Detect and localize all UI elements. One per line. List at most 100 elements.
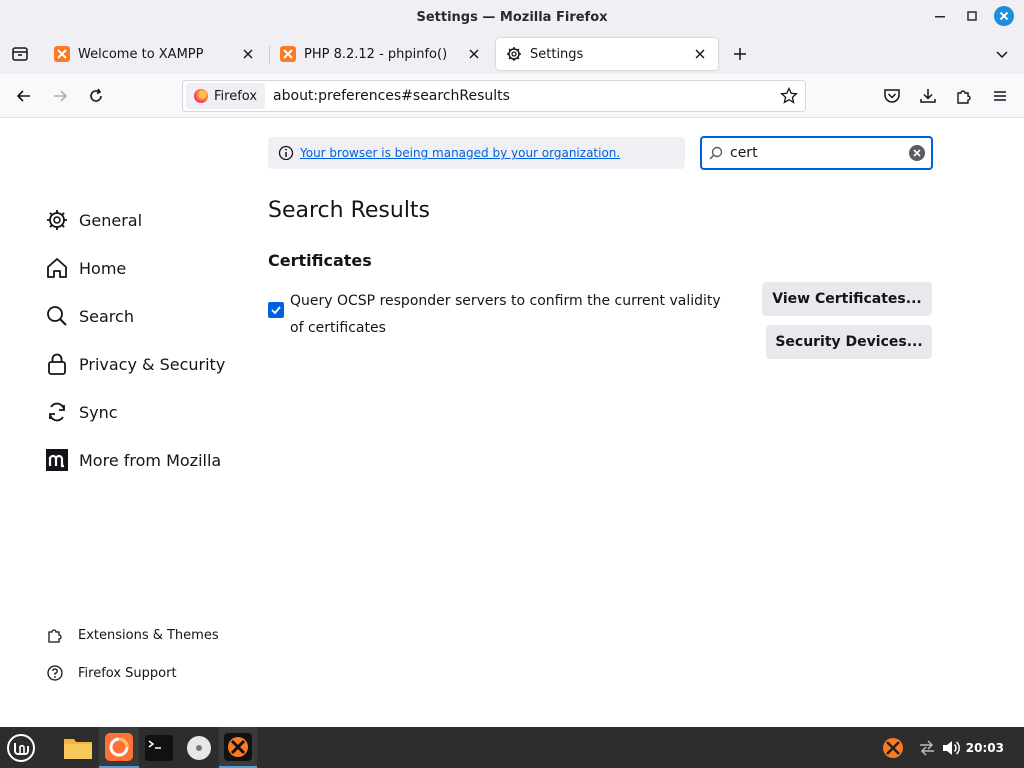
xampp-icon: [883, 738, 903, 758]
tab-close-button[interactable]: [466, 46, 482, 62]
taskbar: 20:03: [0, 727, 1024, 768]
new-tab-button[interactable]: [728, 42, 752, 66]
taskbar-clock[interactable]: 20:03: [966, 727, 1004, 768]
home-icon: [44, 255, 70, 281]
category-label: Sync: [79, 402, 118, 422]
extensions-button[interactable]: [952, 84, 976, 108]
arrow-left-icon: [16, 90, 30, 102]
tab-close-button[interactable]: [240, 46, 256, 62]
minimize-icon: [935, 16, 945, 18]
tab-welcome-xampp[interactable]: Welcome to XAMPP: [44, 38, 266, 70]
download-icon: [920, 89, 936, 103]
disc-icon: [187, 735, 211, 760]
checkmark-icon: [271, 306, 281, 315]
close-window-button[interactable]: [992, 4, 1016, 28]
network-icon: [920, 740, 934, 756]
maximize-icon: [967, 11, 977, 21]
sidebar-footer: Extensions & Themes Firefox Support: [44, 616, 244, 692]
title-bar: Settings — Mozilla Firefox: [0, 0, 1024, 34]
list-all-tabs-button[interactable]: [990, 42, 1014, 66]
category-list: General Home Search Privacy & Security S…: [44, 196, 244, 484]
settings-content: Your browser is being managed by your or…: [0, 118, 1024, 727]
gear-icon: [44, 207, 70, 233]
tray-network[interactable]: [916, 737, 938, 759]
category-search[interactable]: Search: [44, 292, 244, 340]
maximize-button[interactable]: [960, 4, 984, 28]
firefox-icon: [105, 732, 133, 761]
taskbar-xampp[interactable]: [219, 727, 257, 768]
category-general[interactable]: General: [44, 196, 244, 244]
pocket-button[interactable]: [880, 84, 904, 108]
ocsp-label[interactable]: Query OCSP responder servers to confirm …: [290, 288, 738, 342]
ocsp-checkbox[interactable]: [268, 302, 284, 318]
search-icon: [44, 303, 70, 329]
start-menu-button[interactable]: [0, 727, 42, 768]
close-icon: [913, 149, 921, 157]
policies-link[interactable]: Your browser is being managed by your or…: [300, 146, 620, 160]
section-title-certificates: Certificates: [268, 251, 372, 270]
extensions-themes-label: Extensions & Themes: [78, 627, 219, 643]
view-certificates-button[interactable]: View Certificates...: [762, 282, 932, 316]
tab-settings[interactable]: Settings: [496, 38, 718, 70]
security-devices-button[interactable]: Security Devices...: [766, 325, 932, 359]
page-title: Search Results: [268, 198, 431, 223]
lock-icon: [44, 351, 70, 377]
category-label: More from Mozilla: [79, 450, 222, 470]
taskbar-firefox[interactable]: [99, 727, 139, 768]
folder-icon: [64, 738, 92, 759]
puzzle-icon: [957, 90, 971, 104]
reload-icon: [90, 88, 102, 102]
sync-icon: [44, 399, 70, 425]
taskbar-files[interactable]: [58, 727, 98, 768]
bookmark-button[interactable]: [777, 84, 801, 108]
tab-strip: Welcome to XAMPP PHP 8.2.12 - phpinfo() …: [0, 34, 1024, 74]
search-results-pane: Search Results Certificates Query OCSP r…: [268, 198, 938, 359]
url-text[interactable]: about:preferences#searchResults: [273, 88, 777, 104]
window-title: Settings — Mozilla Firefox: [416, 9, 608, 25]
extensions-themes-link[interactable]: Extensions & Themes: [44, 616, 244, 654]
linux-mint-icon: [7, 733, 35, 762]
close-icon: [994, 6, 1014, 26]
tab-phpinfo[interactable]: PHP 8.2.12 - phpinfo(): [270, 38, 492, 70]
category-home[interactable]: Home: [44, 244, 244, 292]
info-icon: [278, 145, 294, 161]
tray-volume[interactable]: [940, 737, 962, 759]
reload-button[interactable]: [84, 84, 108, 108]
hamburger-menu-icon: [994, 91, 1006, 101]
settings-search-input[interactable]: [730, 145, 909, 161]
tab-label: Welcome to XAMPP: [78, 46, 204, 62]
tray-xampp[interactable]: [882, 737, 904, 759]
minimize-button[interactable]: [928, 4, 952, 28]
back-button[interactable]: [12, 84, 36, 108]
category-more-from-mozilla[interactable]: More from Mozilla: [44, 436, 244, 484]
mozilla-icon: [44, 447, 70, 473]
help-icon: [44, 662, 66, 684]
clear-search-button[interactable]: [909, 145, 925, 161]
identity-label: Firefox: [214, 88, 258, 104]
category-privacy-security[interactable]: Privacy & Security: [44, 340, 244, 388]
tab-label: PHP 8.2.12 - phpinfo(): [304, 46, 448, 62]
volume-icon: [943, 741, 960, 755]
category-sync[interactable]: Sync: [44, 388, 244, 436]
identity-box[interactable]: Firefox: [186, 83, 266, 109]
app-menu-button[interactable]: [988, 84, 1012, 108]
downloads-button[interactable]: [916, 84, 940, 108]
firefox-view-button[interactable]: [8, 42, 32, 66]
taskbar-disc[interactable]: [179, 727, 219, 768]
forward-button[interactable]: [48, 84, 72, 108]
terminal-icon: [145, 734, 173, 761]
url-bar[interactable]: Firefox about:preferences#searchResults: [182, 80, 806, 112]
xampp-icon: [54, 46, 70, 62]
pocket-icon: [884, 89, 900, 103]
category-label: General: [79, 210, 143, 230]
category-label: Search: [79, 306, 134, 326]
ocsp-setting: Query OCSP responder servers to confirm …: [268, 288, 738, 342]
tab-label: Settings: [530, 46, 584, 62]
settings-search-box[interactable]: [700, 136, 933, 170]
search-icon: [708, 145, 724, 161]
arrow-right-icon: [54, 90, 68, 102]
close-icon: [695, 49, 705, 59]
firefox-support-link[interactable]: Firefox Support: [44, 654, 244, 692]
taskbar-terminal[interactable]: [139, 727, 179, 768]
tab-close-button[interactable]: [692, 46, 708, 62]
